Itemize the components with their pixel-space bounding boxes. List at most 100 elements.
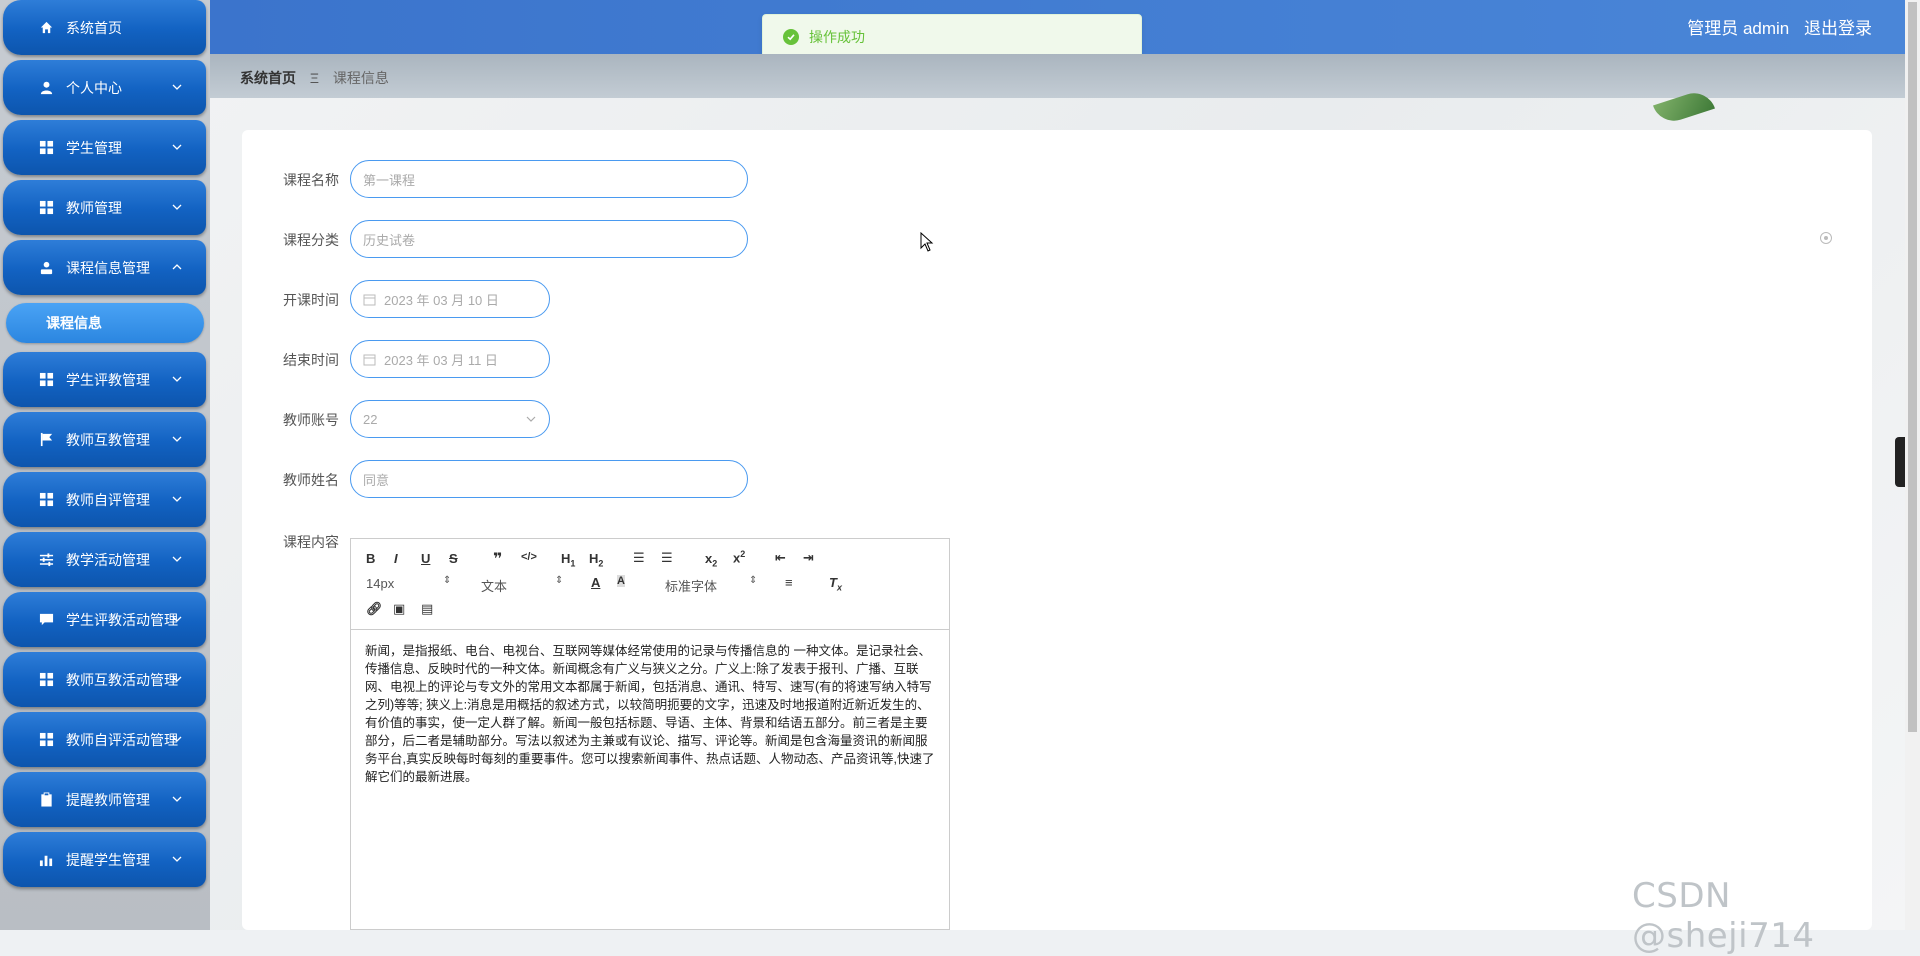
sidebar-item-13[interactable]: 提醒学生管理 bbox=[3, 832, 206, 887]
course-name-label: 课程名称 bbox=[283, 172, 339, 188]
sidebar-item-label: 学生评教管理 bbox=[66, 371, 150, 388]
teacher-account-value: 22 bbox=[363, 411, 378, 427]
sidebar-item-8[interactable]: 教学活动管理 bbox=[3, 532, 206, 587]
sidebar-item-10[interactable]: 教师互教活动管理 bbox=[3, 652, 206, 707]
page-scrollbar[interactable] bbox=[1905, 0, 1920, 930]
sidebar-item-label: 提醒学生管理 bbox=[66, 851, 150, 868]
scrollbar-thumb[interactable] bbox=[1908, 2, 1917, 732]
image-icon[interactable]: ▣ bbox=[393, 601, 405, 617]
flag-icon bbox=[38, 432, 54, 448]
sidebar-item-0[interactable]: 系统首页 bbox=[3, 0, 206, 55]
end-time-value: 2023 年 03 月 11 日 bbox=[384, 352, 498, 368]
video-icon[interactable]: ▤ bbox=[421, 601, 433, 617]
block-type-arrows-icon: ⇕ bbox=[555, 575, 564, 586]
link-icon[interactable]: 🔗︎ bbox=[366, 601, 383, 617]
sidebar-item-label: 教师自评活动管理 bbox=[66, 731, 178, 748]
bg-color-icon[interactable]: A bbox=[617, 575, 625, 587]
toast-message: 操作成功 bbox=[809, 29, 865, 45]
heading2-button[interactable]: H2 bbox=[589, 551, 603, 569]
sidebar-item-9[interactable]: 学生评教活动管理 bbox=[3, 592, 206, 647]
sidebar-item-6[interactable]: 教师互教管理 bbox=[3, 412, 206, 467]
editor-content[interactable]: 新闻，是指报纸、电台、电视台、互联网等媒体经常使用的记录与传播信息的 一种文体。… bbox=[351, 630, 949, 798]
start-time-picker[interactable]: 2023 年 03 月 10 日 bbox=[350, 280, 550, 318]
chevron-down-icon bbox=[526, 416, 536, 422]
sidebar-item-3[interactable]: 教师管理 bbox=[3, 180, 206, 235]
align-icon[interactable]: ≡ bbox=[785, 575, 793, 590]
ordered-list-icon[interactable]: ☰ bbox=[633, 550, 645, 566]
outdent-icon[interactable]: ⇤ bbox=[775, 550, 786, 566]
clear-circle-icon[interactable] bbox=[1819, 231, 1833, 245]
sidebar-item-label: 个人中心 bbox=[66, 79, 122, 96]
grid-icon bbox=[38, 492, 54, 508]
person-badge-icon bbox=[38, 260, 54, 276]
sliders-icon bbox=[38, 552, 54, 568]
heading1-button[interactable]: H1 bbox=[561, 551, 575, 569]
sidebar-item-label: 学生评教活动管理 bbox=[66, 611, 178, 628]
course-name-input[interactable]: 第一课程 bbox=[350, 160, 748, 198]
start-time-label: 开课时间 bbox=[283, 292, 339, 308]
check-circle-icon bbox=[783, 29, 799, 45]
chevron-down-icon bbox=[172, 676, 182, 682]
course-category-input[interactable]: 历史试卷 bbox=[350, 220, 748, 258]
block-type-select[interactable]: 文本 bbox=[481, 576, 507, 595]
teacher-account-select[interactable]: 22 bbox=[350, 400, 550, 438]
chat-icon bbox=[38, 612, 54, 628]
chevron-down-icon bbox=[172, 376, 182, 382]
blockquote-icon[interactable]: ❞ bbox=[493, 549, 502, 569]
course-name-value: 第一课程 bbox=[363, 172, 416, 188]
sidebar-item-label: 学生管理 bbox=[66, 139, 122, 156]
teacher-name-input[interactable]: 同意 bbox=[350, 460, 748, 498]
sidebar-item-7[interactable]: 教师自评管理 bbox=[3, 472, 206, 527]
chevron-down-icon bbox=[172, 496, 182, 502]
start-time-value: 2023 年 03 月 10 日 bbox=[384, 292, 499, 308]
superscript-button[interactable]: x2 bbox=[733, 549, 745, 565]
underline-button[interactable]: U bbox=[421, 551, 430, 566]
user-role-label: 管理员 admin bbox=[1687, 19, 1790, 38]
bullet-list-icon[interactable]: ☰ bbox=[661, 550, 673, 566]
sidebar-item-label: 系统首页 bbox=[66, 19, 122, 36]
teacher-account-label: 教师账号 bbox=[283, 412, 339, 428]
breadcrumb-bar: 系统首页 Ξ 课程信息 bbox=[210, 54, 1910, 98]
sidebar-item-1[interactable]: 个人中心 bbox=[3, 60, 206, 115]
user-area: 管理员 admin 退出登录 bbox=[1677, 14, 1872, 39]
font-color-icon[interactable]: A bbox=[591, 575, 600, 590]
clear-format-icon[interactable]: Tx bbox=[829, 575, 842, 593]
code-icon[interactable]: </> bbox=[521, 551, 537, 563]
end-time-picker[interactable]: 2023 年 03 月 11 日 bbox=[350, 340, 550, 378]
grid-icon bbox=[38, 732, 54, 748]
clipboard-icon bbox=[38, 792, 54, 808]
grid-icon bbox=[38, 140, 54, 156]
calendar-icon bbox=[363, 294, 376, 305]
calendar-icon bbox=[363, 354, 376, 365]
grid-icon bbox=[38, 672, 54, 688]
sidebar-item-label: 教师自评管理 bbox=[66, 491, 150, 508]
chevron-down-icon bbox=[172, 436, 182, 442]
bar-chart-icon bbox=[38, 852, 54, 868]
grid-icon bbox=[38, 200, 54, 216]
indent-icon[interactable]: ⇥ bbox=[803, 550, 814, 566]
mouse-cursor-icon bbox=[920, 232, 934, 252]
sidebar-subitem-course-info[interactable]: 课程信息 bbox=[6, 303, 204, 343]
italic-button[interactable]: I bbox=[394, 551, 398, 566]
course-content-label: 课程内容 bbox=[283, 534, 339, 550]
chevron-down-icon bbox=[172, 856, 182, 862]
sidebar-item-label: 提醒教师管理 bbox=[66, 791, 150, 808]
rich-text-editor[interactable]: B I U S ❞ </> H1 H2 ☰ ☰ x2 x2 ⇤ ⇥ 14px ⇕… bbox=[350, 538, 950, 930]
bold-button[interactable]: B bbox=[366, 551, 375, 566]
teacher-name-label: 教师姓名 bbox=[283, 472, 339, 488]
teacher-name-value: 同意 bbox=[363, 472, 390, 488]
sidebar-item-11[interactable]: 教师自评活动管理 bbox=[3, 712, 206, 767]
sidebar-item-5[interactable]: 学生评教管理 bbox=[3, 352, 206, 407]
subscript-button[interactable]: x2 bbox=[705, 551, 717, 569]
sidebar-item-2[interactable]: 学生管理 bbox=[3, 120, 206, 175]
course-category-label: 课程分类 bbox=[283, 232, 339, 248]
end-time-label: 结束时间 bbox=[283, 352, 339, 368]
logout-button[interactable]: 退出登录 bbox=[1804, 19, 1872, 38]
strike-button[interactable]: S bbox=[449, 551, 458, 566]
sidebar-item-12[interactable]: 提醒教师管理 bbox=[3, 772, 206, 827]
breadcrumb-home[interactable]: 系统首页 bbox=[240, 70, 296, 86]
sidebar-item-4[interactable]: 课程信息管理 bbox=[3, 240, 206, 295]
sidebar-item-label: 教师管理 bbox=[66, 199, 122, 216]
font-size-select[interactable]: 14px bbox=[366, 576, 394, 591]
font-family-select[interactable]: 标准字体 bbox=[665, 576, 717, 595]
